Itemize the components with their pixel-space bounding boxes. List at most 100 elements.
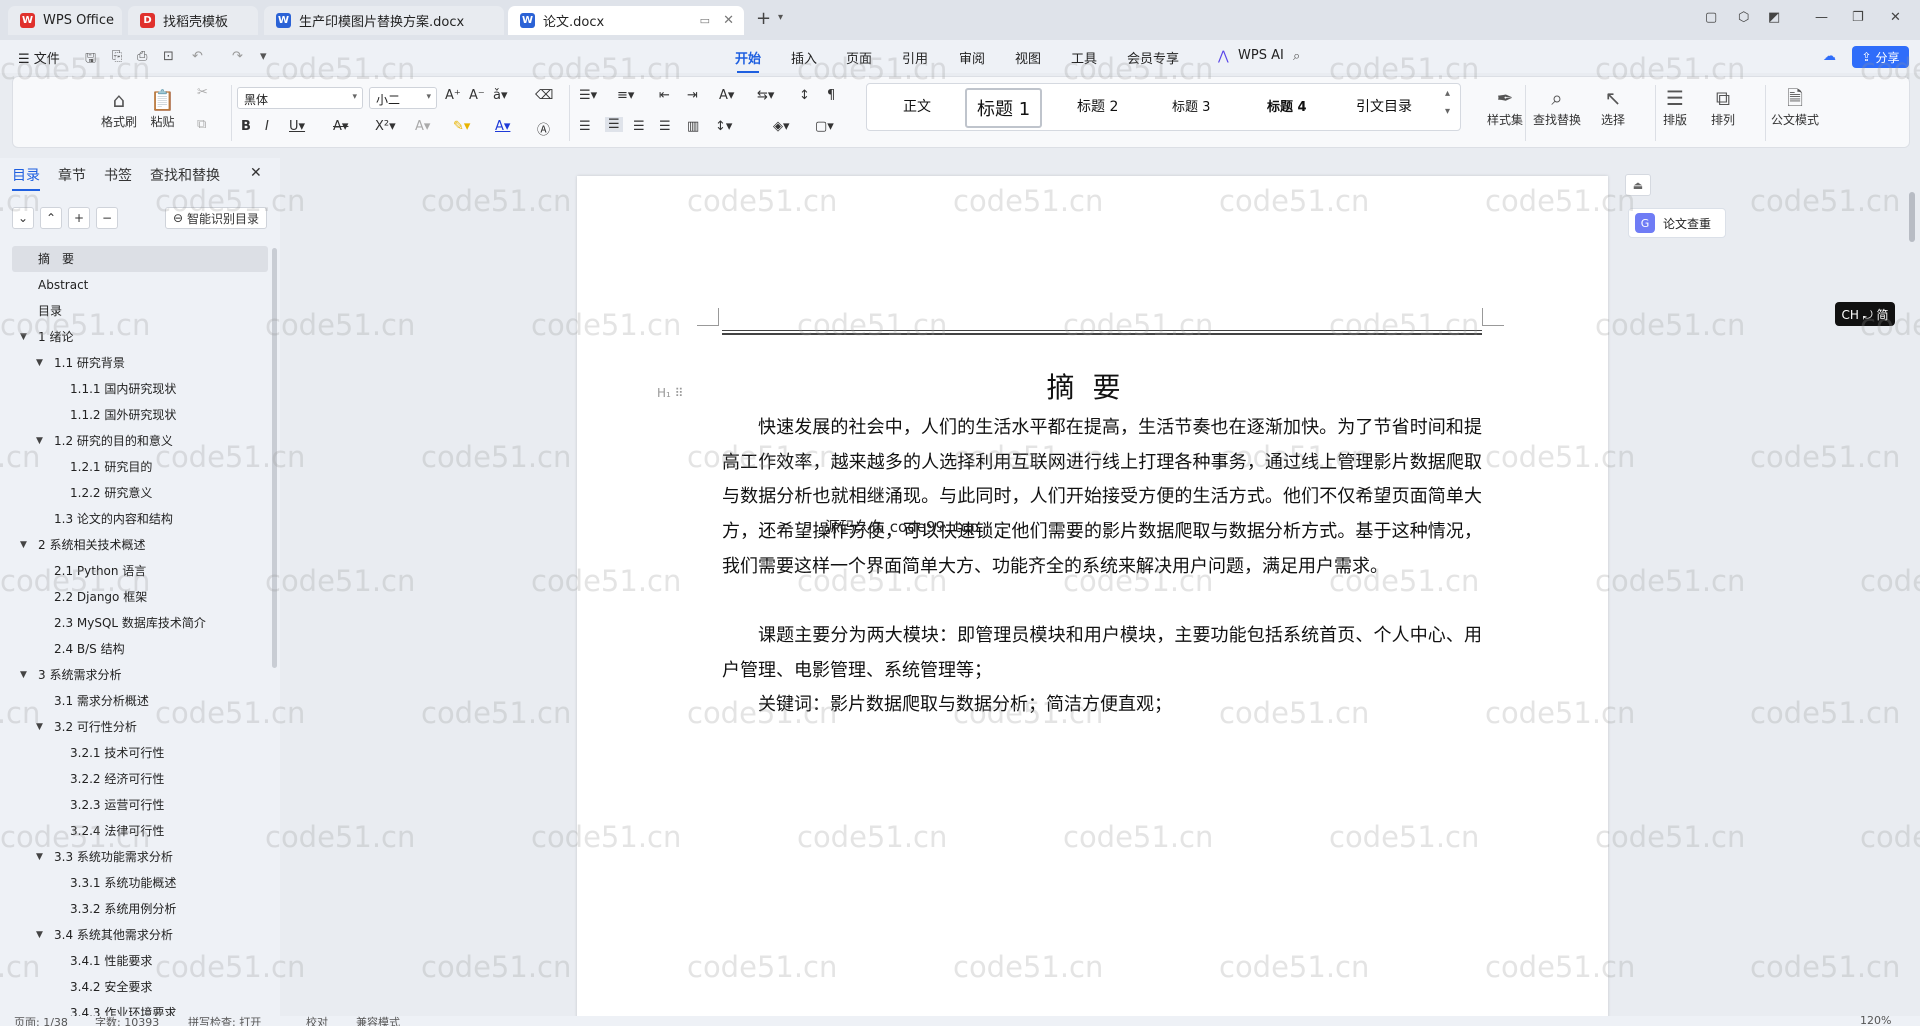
chevron-down-icon[interactable]: ▾ [778,12,783,23]
show-marks-icon[interactable]: ¶ [827,88,835,103]
add-heading-button[interactable]: + [68,207,90,229]
clear-format-icon[interactable]: ⌫ [535,88,553,103]
align-right-icon[interactable]: ☰ [633,119,645,134]
vertical-scrollbar[interactable] [1907,158,1917,1016]
nav-scrollbar[interactable] [272,248,277,668]
border-icon[interactable]: ▢▾ [815,119,834,134]
spell-check-status[interactable]: 拼写检查: 打开 [188,1016,261,1026]
toc-item[interactable]: 目录 [12,298,268,324]
expand-arrow-icon[interactable]: ▼ [36,844,43,870]
toc-item[interactable]: ▼ 3.2 可行性分析 [12,714,268,740]
toc-item[interactable]: 2.3 MySQL 数据库技术简介 [12,610,268,636]
tab-wps-office[interactable]: W WPS Office [8,6,122,35]
increase-indent-icon[interactable]: ⇥ [687,88,698,103]
bullet-list-icon[interactable]: ☰▾ [579,88,597,103]
bold-icon[interactable]: B [241,119,251,134]
tab-page[interactable]: 页面 [846,48,872,67]
expand-arrow-icon[interactable]: ▼ [20,324,27,350]
find-replace-button[interactable]: ⌕ 查找替换 [1533,85,1581,128]
paste-button[interactable]: 📋 粘贴 [150,87,175,130]
toc-item[interactable]: 1.1.2 国外研究现状 [12,402,268,428]
toc-item[interactable]: ▼ 1.2 研究的目的和意义 [12,428,268,454]
style-heading-3[interactable]: 标题 3 [1172,96,1210,115]
shrink-font-icon[interactable]: A⁻ [469,88,485,103]
tab-member[interactable]: 会员专享 [1127,48,1179,67]
print-icon[interactable]: ⎙ [137,49,147,64]
toc-item[interactable]: Abstract [12,272,268,298]
style-set-button[interactable]: ✒ 样式集 [1487,85,1523,128]
format-brush-button[interactable]: ⌂ 格式刷 [101,87,137,130]
cube-icon[interactable]: ⬡ [1738,10,1749,25]
line-spacing-icon[interactable]: ↕▾ [715,119,732,134]
toc-item[interactable]: ▼ 1.1 研究背景 [12,350,268,376]
underline-icon[interactable]: U▾ [289,119,305,134]
toc-item[interactable]: 2.2 Django 框架 [12,584,268,610]
undo-icon[interactable]: ↶ [192,49,203,64]
justify-icon[interactable]: ☰ [659,119,671,134]
toc-item[interactable]: ▼ 2 系统相关技术概述 [12,532,268,558]
collapse-all-button[interactable]: ⌄ [12,207,34,229]
file-menu[interactable]: ☰ 文件 [18,48,60,67]
official-doc-button[interactable]: 🗎 公文模式 [1771,85,1819,128]
toc-item[interactable]: 3.2.1 技术可行性 [12,740,268,766]
expand-arrow-icon[interactable]: ▼ [20,662,27,688]
open-icon[interactable]: ⎘ [112,49,122,64]
tab-references[interactable]: 引用 [902,48,928,67]
nav-tab-bookmarks[interactable]: 书签 [104,165,132,185]
expand-arrow-icon[interactable]: ▼ [36,350,43,376]
toc-item[interactable]: 1.2.1 研究目的 [12,454,268,480]
new-tab-icon[interactable]: + [756,8,771,29]
save-icon[interactable]: 🖫 [85,49,96,71]
close-icon[interactable]: ✕ [250,165,262,181]
font-color-icon[interactable]: A▾ [495,119,510,134]
toc-item[interactable]: 3.2.2 经济可行性 [12,766,268,792]
close-tab-icon[interactable]: ✕ [723,13,734,28]
remove-heading-button[interactable]: − [96,207,118,229]
collapse-panel-icon[interactable]: ⏏ [1625,174,1651,196]
cut-icon[interactable]: ✂ [197,85,208,100]
text-effect-icon[interactable]: A▾ [415,119,430,134]
style-heading-2[interactable]: 标题 2 [1077,96,1118,116]
nav-tab-chapters[interactable]: 章节 [58,165,86,185]
tab-home[interactable]: 开始 [735,48,761,73]
text-direction-icon[interactable]: A▾ [719,88,734,103]
grow-font-icon[interactable]: A⁺ [445,88,461,103]
expand-arrow-icon[interactable]: ▼ [36,922,43,948]
tab-thesis-doc[interactable]: W 论文.docx ▭ ✕ [508,6,744,35]
move-up-button[interactable]: ⌃ [40,207,62,229]
print-preview-icon[interactable]: ⊡ [163,49,174,64]
word-count[interactable]: 字数: 10393 [95,1016,159,1026]
layout-icon[interactable]: ▢ [1705,10,1717,25]
style-heading-1[interactable]: 标题 1 [965,88,1043,128]
chevron-down-icon[interactable]: ▾ [1445,106,1450,117]
paper-check-button[interactable]: G 论文查重 [1628,208,1726,238]
toc-item[interactable]: ▼ 3.3 系统功能需求分析 [12,844,268,870]
distribute-icon[interactable]: ▥ [687,119,699,134]
minimize-icon[interactable]: — [1815,10,1828,25]
tab-review[interactable]: 审阅 [959,48,985,67]
shading-icon[interactable]: ◈▾ [773,119,790,134]
redo-icon[interactable]: ↷ [232,49,243,64]
expand-arrow-icon[interactable]: ▼ [36,714,43,740]
smart-toc-button[interactable]: ⊖ 智能识别目录 [165,207,267,229]
font-size-select[interactable]: 小二 ▾ [369,87,437,109]
select-button[interactable]: ↖ 选择 [1601,85,1625,128]
toc-item[interactable]: ▼ 3 系统需求分析 [12,662,268,688]
toc-item[interactable]: ▼ 3.4 系统其他需求分析 [12,922,268,948]
italic-icon[interactable]: I [265,119,269,134]
expand-arrow-icon[interactable]: ▼ [20,532,27,558]
cloud-upload-icon[interactable]: ☁ [1823,49,1836,64]
align-center-icon[interactable]: ☰ [605,117,623,132]
monitor-icon[interactable]: ▭ [700,14,710,27]
font-family-select[interactable]: 黑体 ▾ [237,87,363,109]
search-icon[interactable]: ⌕ [1293,49,1300,64]
document-page[interactable]: H₁ ⠿ 摘要 快速发展的社会中，人们的生活水平都在提高，生活节奏也在逐渐加快。… [577,176,1608,1026]
expand-arrow-icon[interactable]: ▼ [36,428,43,454]
tab-tools[interactable]: 工具 [1071,48,1097,67]
toc-item[interactable]: 3.2.4 法律可行性 [12,818,268,844]
toc-item[interactable]: ▼ 1 绪论 [12,324,268,350]
zoom-level[interactable]: 120% [1860,1016,1891,1026]
page-count[interactable]: 页面: 1/38 [14,1016,68,1026]
style-toc-citation[interactable]: 引文目录 [1356,96,1412,116]
style-normal[interactable]: 正文 [903,96,931,116]
